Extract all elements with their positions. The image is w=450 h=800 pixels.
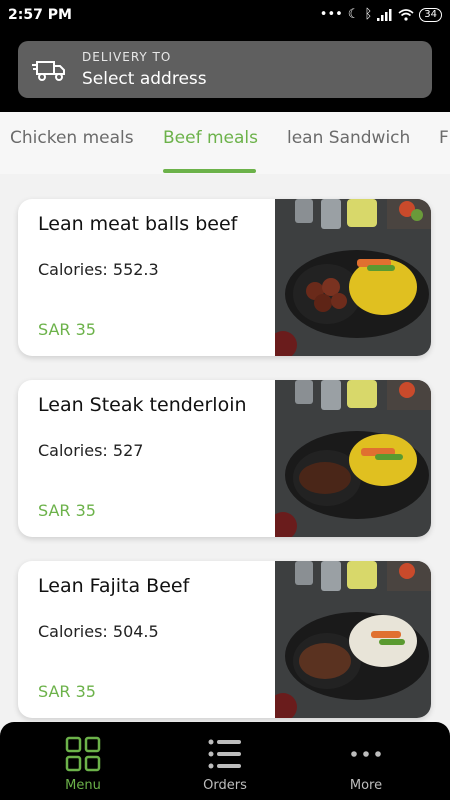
meal-card[interactable]: Lean Fajita Beef Calories: 504.5 SAR 35 (18, 561, 431, 718)
delivery-label: DELIVERY TO (82, 50, 172, 64)
list-icon (208, 739, 241, 769)
meal-card[interactable]: Lean Steak tenderloin Calories: 527 SAR … (18, 380, 431, 537)
active-tab-indicator (163, 169, 256, 173)
meal-calories: Calories: 504.5 (38, 622, 159, 641)
meal-image (275, 380, 431, 537)
status-bar: 2:57 PM ••• ☾ ᛒ 34 (0, 0, 450, 34)
nav-orders[interactable]: Orders (150, 722, 300, 800)
meal-price: SAR 35 (38, 682, 96, 701)
dots-icon: ••• (319, 7, 343, 22)
header: DELIVERY TO Select address (0, 34, 450, 112)
nav-more[interactable]: More (291, 722, 441, 800)
meal-name: Lean Fajita Beef (38, 575, 190, 597)
more-dots-icon (351, 751, 381, 757)
meal-image (275, 199, 431, 356)
battery-icon: 34 (419, 7, 442, 22)
meal-name: Lean meat balls beef (38, 213, 238, 235)
address-value[interactable]: Select address (82, 69, 207, 89)
category-tabs: Chicken meals Beef meals lean Sandwich F (0, 112, 450, 174)
meal-price: SAR 35 (38, 501, 96, 520)
nav-label: Menu (65, 778, 101, 793)
nav-label: More (349, 778, 383, 793)
grid-icon (65, 736, 101, 772)
nav-menu[interactable]: Menu (8, 722, 158, 800)
tab-partial[interactable]: F (439, 128, 449, 148)
tab-chicken-meals[interactable]: Chicken meals (10, 128, 134, 148)
tab-lean-sandwich[interactable]: lean Sandwich (287, 128, 410, 148)
status-icons: ••• ☾ ᛒ 34 (320, 7, 442, 22)
status-time: 2:57 PM (8, 7, 72, 23)
signal-icon (377, 8, 392, 21)
moon-icon: ☾ (347, 7, 360, 22)
tab-beef-meals[interactable]: Beef meals (163, 128, 258, 148)
meal-image (275, 561, 431, 718)
meal-name: Lean Steak tenderloin (38, 394, 247, 416)
nav-label: Orders (203, 778, 247, 793)
meal-calories: Calories: 552.3 (38, 260, 159, 279)
meal-price: SAR 35 (38, 320, 96, 339)
bottom-nav: Menu Orders More (0, 722, 450, 800)
truck-icon (32, 61, 65, 81)
meal-card[interactable]: Lean meat balls beef Calories: 552.3 SAR… (18, 199, 431, 356)
wifi-icon (398, 8, 414, 21)
bluetooth-icon: ᛒ (364, 7, 373, 22)
address-selector[interactable]: DELIVERY TO Select address (18, 41, 432, 98)
meal-calories: Calories: 527 (38, 441, 144, 460)
